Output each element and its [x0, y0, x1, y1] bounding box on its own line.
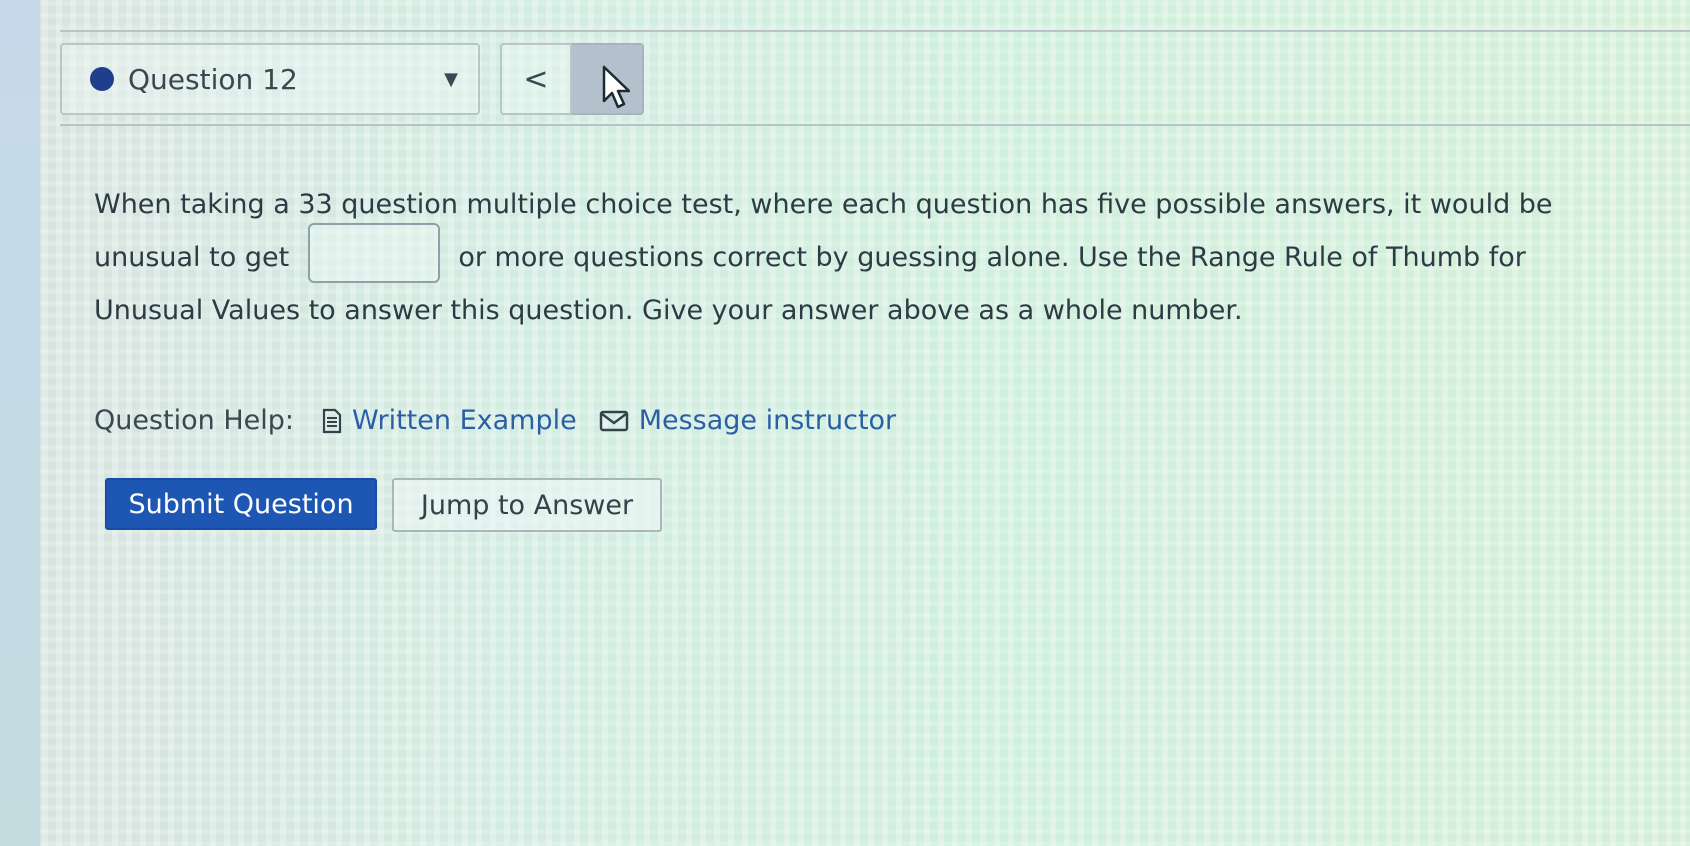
jump-to-answer-button[interactable]: Jump to Answer	[392, 478, 662, 532]
message-instructor-label: Message instructor	[638, 405, 897, 436]
message-instructor-link[interactable]: Message instructor	[599, 405, 896, 436]
caret-down-icon: ▼	[444, 68, 458, 90]
top-divider	[60, 30, 1690, 32]
mouse-cursor-icon	[602, 65, 630, 109]
question-select-label: Question 12	[128, 62, 298, 96]
left-panel-edge	[0, 0, 40, 846]
chevron-left-icon: <	[523, 61, 549, 97]
question-help: Question Help: Written Example Message i…	[94, 405, 918, 436]
question-select[interactable]: Question 12 ▼	[60, 43, 480, 115]
submit-question-button[interactable]: Submit Question	[105, 478, 377, 530]
question-help-label: Question Help:	[94, 405, 294, 436]
question-text: When taking a 33 question multiple choic…	[94, 178, 1634, 337]
written-example-link[interactable]: Written Example	[322, 405, 577, 436]
status-dot	[90, 67, 114, 91]
document-icon	[322, 408, 342, 433]
next-question-button[interactable]	[572, 43, 644, 115]
answer-input[interactable]	[307, 222, 440, 283]
question-nav: <	[500, 43, 644, 115]
header-divider	[60, 124, 1690, 126]
written-example-label: Written Example	[352, 405, 577, 436]
mail-icon	[599, 410, 628, 431]
previous-question-button[interactable]: <	[500, 43, 572, 115]
